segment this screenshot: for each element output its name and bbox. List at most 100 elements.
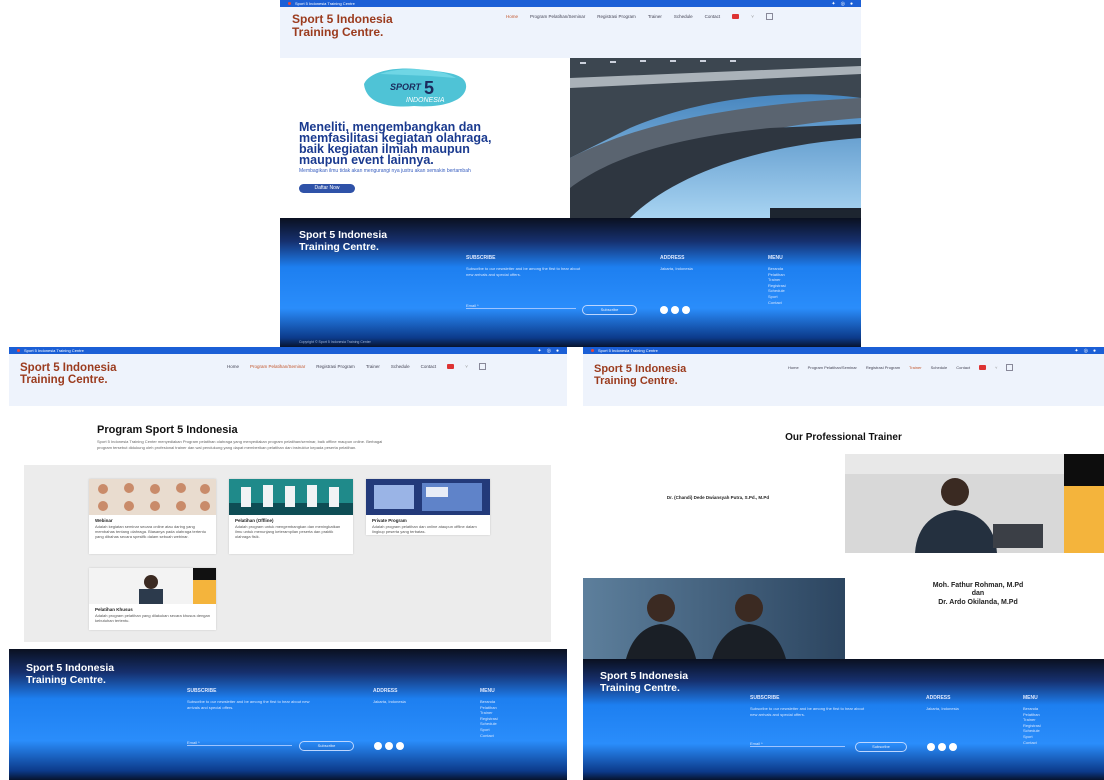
programs-panel: Webinar Adalah kegiatan seminar secara o… — [24, 465, 551, 642]
cart-icon[interactable] — [478, 363, 486, 370]
subscribe-heading: SUBSCRIBE — [750, 695, 780, 701]
language-flag-icon[interactable] — [447, 364, 455, 369]
instagram-icon[interactable]: ◎ — [841, 1, 845, 7]
svg-text:SPORT: SPORT — [390, 82, 422, 92]
footer-social — [927, 743, 957, 751]
subscribe-button[interactable]: Subscribe — [855, 742, 907, 752]
site-brand[interactable]: Sport 5 Indonesia Training Centre. — [594, 363, 686, 387]
site-brand[interactable]: Sport 5 Indonesia Training Centre. — [292, 13, 393, 38]
location-icon — [591, 349, 594, 352]
twitter-icon[interactable]: ✦ — [537, 348, 541, 354]
nav-contact[interactable]: Contact — [956, 365, 970, 370]
nav-registrasi[interactable]: Registrasi Program — [866, 365, 900, 370]
site-footer: Sport 5 Indonesia Training Centre. SUBSC… — [9, 649, 567, 780]
twitter-icon[interactable]: ✦ — [831, 1, 835, 7]
chevron-down-icon[interactable]: ˅ — [751, 14, 754, 19]
instagram-icon[interactable] — [949, 743, 957, 751]
nav-schedule[interactable]: Schedule — [674, 14, 693, 19]
brand-line-1: Sport 5 Indonesia — [20, 362, 117, 374]
register-now-button[interactable]: Daftar Now — [299, 184, 355, 193]
nav-schedule[interactable]: Schedule — [391, 364, 410, 369]
footer-menu-item[interactable]: Contact — [768, 300, 828, 306]
twitter-icon[interactable]: ✦ — [1074, 348, 1078, 354]
facebook-icon[interactable] — [671, 306, 679, 314]
cart-icon[interactable] — [765, 13, 773, 20]
nav-home[interactable]: Home — [506, 14, 518, 19]
nav-contact[interactable]: Contact — [421, 364, 437, 369]
instagram-icon[interactable]: ◎ — [1084, 348, 1088, 354]
nav-program[interactable]: Program Pelatihan/Seminar — [250, 364, 305, 369]
nav-registrasi[interactable]: Registrasi Program — [597, 14, 636, 19]
nav-schedule[interactable]: Schedule — [931, 365, 948, 370]
facebook-icon[interactable]: ● — [556, 348, 559, 354]
programs-screenshot: Sport 5 Indonesia Training Centre ✦ ◎ ● … — [9, 347, 567, 780]
top-bar: Sport 5 Indonesia Training Centre ✦ ◎ ● — [583, 347, 1104, 354]
twitter-icon[interactable] — [927, 743, 935, 751]
card-title: Pelatihan Khusus — [95, 607, 133, 612]
card-title: Pelatihan (Offline) — [235, 518, 274, 523]
footer-menu: MENU Beranda Pelatihan Trainer Registras… — [480, 688, 540, 738]
instagram-icon[interactable]: ◎ — [547, 348, 551, 354]
nav-registrasi[interactable]: Registrasi Program — [316, 364, 355, 369]
subscribe-text: Subscribe to our newsletter and be among… — [187, 699, 310, 710]
nav-program[interactable]: Program Pelatihan/Seminar — [530, 14, 585, 19]
language-flag-icon[interactable] — [979, 365, 987, 370]
email-input[interactable]: Email * — [750, 741, 845, 747]
footer-brand: Sport 5 Indonesia Training Centre. — [26, 662, 115, 686]
footer-menu-item[interactable]: Contact — [480, 733, 540, 739]
navbar: Sport 5 Indonesia Training Centre. Home … — [583, 354, 1104, 406]
program-card-offline[interactable]: Pelatihan (Offline) Adalah program untuk… — [229, 479, 353, 554]
footer-menu-item[interactable]: Contact — [1023, 740, 1083, 746]
program-card-private[interactable]: Private Program Adalah program pelatihan… — [366, 479, 490, 535]
offline-training-image — [229, 479, 353, 515]
navbar: Sport 5 Indonesia Training Centre. Home … — [280, 7, 861, 59]
webinar-image — [89, 479, 216, 515]
footer-brand: Sport 5 Indonesia Training Centre. — [600, 670, 688, 694]
footer-social — [374, 742, 404, 750]
facebook-icon[interactable]: ● — [1093, 348, 1096, 354]
special-training-image — [89, 568, 216, 604]
nav-contact[interactable]: Contact — [705, 14, 721, 19]
nav-trainer[interactable]: Trainer — [648, 14, 662, 19]
subscribe-button[interactable]: Subscribe — [582, 305, 637, 315]
instagram-icon[interactable] — [396, 742, 404, 750]
footer-menu: MENU Beranda Pelatihan Trainer Registras… — [1023, 695, 1083, 745]
nav-trainer[interactable]: Trainer — [909, 365, 922, 370]
footer-brand-line-2: Training Centre. — [299, 240, 379, 253]
navbar: Sport 5 Indonesia Training Centre. Home … — [9, 354, 567, 406]
address-text: Jakarta, Indonesia — [926, 706, 959, 711]
nav-home[interactable]: Home — [788, 365, 799, 370]
program-card-webinar[interactable]: Webinar Adalah kegiatan seminar secara o… — [89, 479, 216, 554]
cart-icon[interactable] — [1006, 364, 1014, 371]
subscribe-heading: SUBSCRIBE — [466, 255, 496, 261]
facebook-icon[interactable]: ● — [850, 1, 853, 7]
footer-address: ADDRESS Jakarta, Indonesia — [373, 688, 443, 705]
menu-heading: MENU — [768, 255, 783, 261]
chevron-down-icon[interactable]: ˅ — [995, 365, 997, 370]
sport5-logo-icon: SPORT 5 INDONESIA — [364, 68, 467, 107]
language-flag-icon[interactable] — [732, 14, 740, 19]
programs-title: Program Sport 5 Indonesia — [97, 424, 238, 436]
stadium-image — [570, 58, 861, 218]
subscribe-button[interactable]: Subscribe — [299, 741, 354, 751]
email-input[interactable]: Email * — [466, 303, 576, 309]
twitter-icon[interactable] — [660, 306, 668, 314]
footer-brand-line-1: Sport 5 Indonesia — [26, 662, 115, 674]
facebook-icon[interactable] — [385, 742, 393, 750]
copyright-text: Copyright © Sport 5 Indonesia Training C… — [299, 340, 371, 344]
nav-home[interactable]: Home — [227, 364, 239, 369]
instagram-icon[interactable] — [682, 306, 690, 314]
menu-heading: MENU — [480, 688, 495, 694]
subscribe-text: Subscribe to our newsletter and be among… — [750, 706, 865, 717]
site-footer: Sport 5 Indonesia Training Centre. SUBSC… — [280, 218, 861, 347]
facebook-icon[interactable] — [938, 743, 946, 751]
twitter-icon[interactable] — [374, 742, 382, 750]
address-heading: ADDRESS — [373, 688, 398, 694]
program-card-khusus[interactable]: Pelatihan Khusus Adalah program pelatiha… — [89, 568, 216, 630]
email-input[interactable]: Email * — [187, 740, 292, 746]
site-brand[interactable]: Sport 5 Indonesia Training Centre. — [20, 362, 117, 386]
nav-program[interactable]: Program Pelatihan/Seminar — [808, 365, 857, 370]
svg-text:INDONESIA: INDONESIA — [406, 97, 445, 104]
nav-trainer[interactable]: Trainer — [366, 364, 380, 369]
chevron-down-icon[interactable]: ˅ — [465, 364, 468, 369]
